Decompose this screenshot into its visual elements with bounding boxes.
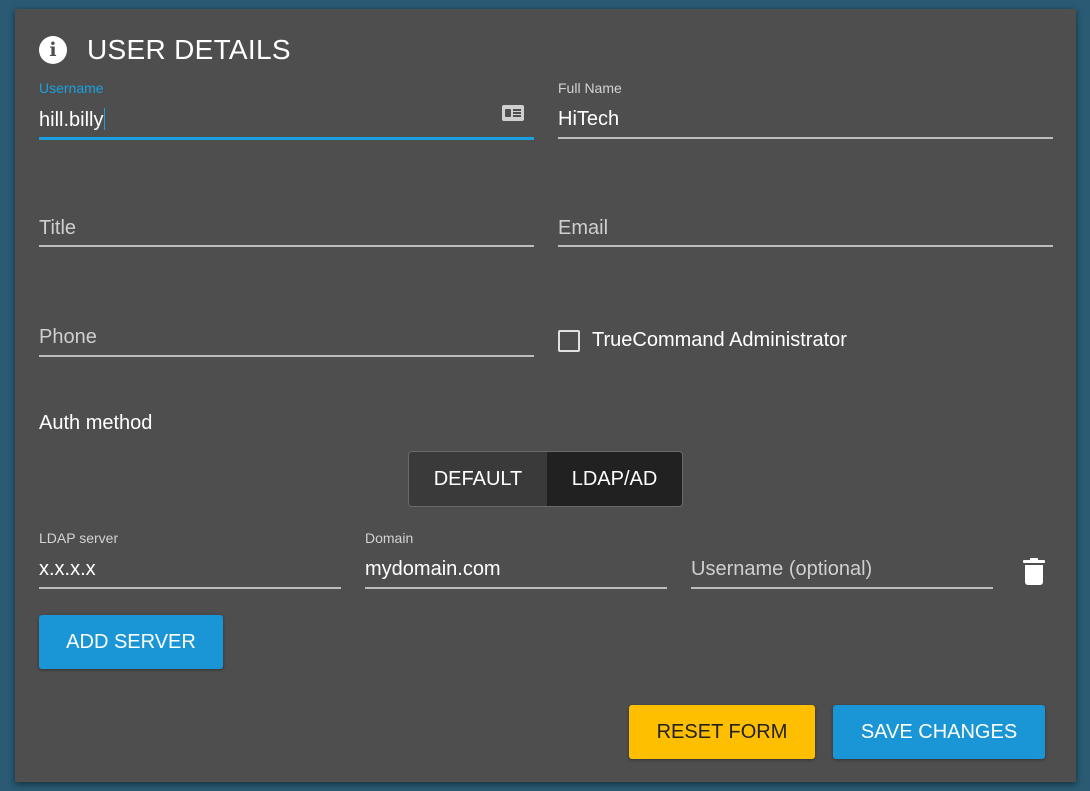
- auth-method-toggle: DEFAULT LDAP/AD: [408, 451, 683, 507]
- email-input[interactable]: Email: [558, 217, 608, 240]
- text-caret: [104, 108, 106, 130]
- email-underline: [558, 245, 1053, 247]
- title-field[interactable]: Title: [39, 189, 534, 249]
- full-name-field[interactable]: Full Name HiTech: [558, 80, 1053, 140]
- full-name-input[interactable]: HiTech: [558, 108, 619, 131]
- ldap-server-label: LDAP server: [39, 530, 119, 546]
- auth-method-label: Auth method: [39, 412, 153, 434]
- ldap-server-input[interactable]: x.x.x.x: [39, 558, 96, 581]
- domain-input[interactable]: mydomain.com: [365, 558, 501, 581]
- full-name-underline: [558, 137, 1053, 139]
- username-label: Username: [39, 80, 104, 96]
- username-value: hill.billy: [39, 109, 104, 131]
- username-input[interactable]: hill.billy: [39, 108, 106, 132]
- title-input[interactable]: Title: [39, 217, 76, 240]
- ldap-username-field[interactable]: Username (optional): [691, 530, 993, 590]
- reset-form-button[interactable]: RESET FORM: [629, 705, 815, 759]
- domain-underline: [365, 587, 667, 589]
- card-header: i USER DETAILS: [39, 34, 291, 65]
- domain-field[interactable]: Domain mydomain.com: [365, 530, 667, 590]
- page-title: USER DETAILS: [87, 34, 291, 65]
- username-underline: [39, 137, 534, 140]
- user-details-card: i USER DETAILS Username hill.billy Full …: [15, 9, 1076, 782]
- email-field[interactable]: Email: [558, 189, 1053, 249]
- phone-underline: [39, 355, 534, 357]
- auth-option-default[interactable]: DEFAULT: [409, 452, 547, 506]
- add-server-button[interactable]: ADD SERVER: [39, 615, 223, 669]
- full-name-label: Full Name: [558, 80, 622, 96]
- save-changes-button[interactable]: SAVE CHANGES: [833, 705, 1045, 759]
- title-underline: [39, 245, 534, 247]
- ldap-username-underline: [691, 587, 993, 589]
- admin-checkbox-row[interactable]: TrueCommand Administrator: [558, 329, 847, 352]
- trash-icon[interactable]: [1023, 558, 1045, 586]
- ldap-username-input[interactable]: Username (optional): [691, 558, 872, 581]
- auth-option-ldap[interactable]: LDAP/AD: [547, 452, 682, 506]
- admin-checkbox[interactable]: [558, 329, 580, 352]
- domain-label: Domain: [365, 530, 414, 546]
- info-icon: i: [39, 36, 67, 64]
- phone-field[interactable]: Phone: [39, 298, 534, 358]
- ldap-server-field[interactable]: LDAP server x.x.x.x: [39, 530, 341, 590]
- ldap-server-underline: [39, 587, 341, 589]
- username-field[interactable]: Username hill.billy: [39, 80, 534, 140]
- admin-checkbox-label[interactable]: TrueCommand Administrator: [592, 329, 847, 352]
- phone-input[interactable]: Phone: [39, 326, 97, 349]
- id-card-icon: [502, 105, 524, 121]
